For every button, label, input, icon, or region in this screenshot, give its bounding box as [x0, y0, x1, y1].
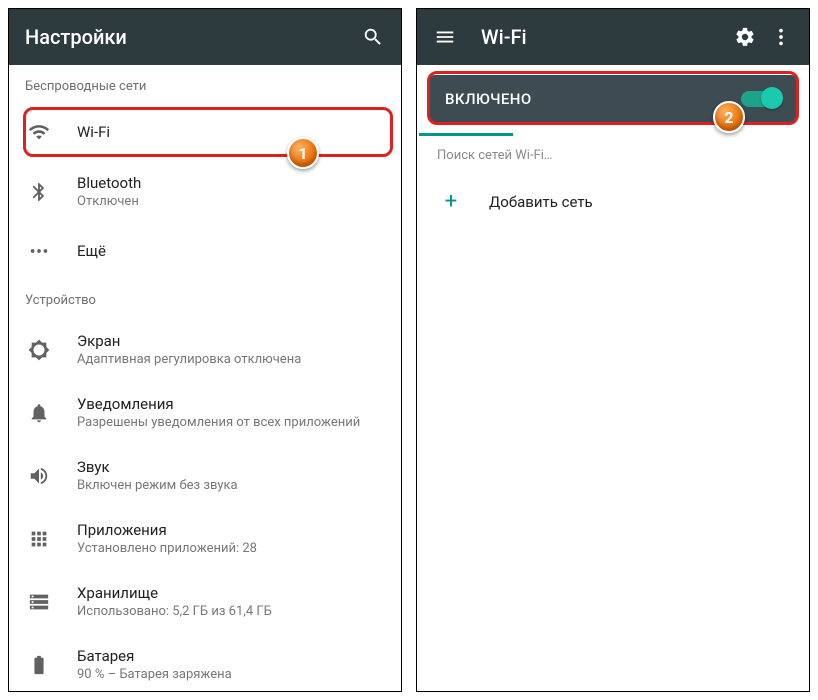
section-wireless: Беспроводные сети — [9, 65, 401, 104]
item-storage[interactable]: Хранилище Использовано: 5,2 ГБ из 61,4 Г… — [9, 570, 401, 633]
item-sublabel: Включен режим без звука — [77, 478, 238, 493]
item-apps[interactable]: Приложения Установлено приложений: 28 — [9, 507, 401, 570]
item-sublabel: Отключен — [77, 194, 141, 209]
battery-icon — [25, 651, 53, 679]
settings-list: Wi-Fi Bluetooth Отключен Ещё Устройство … — [9, 104, 401, 692]
item-sublabel: Установлено приложений: 28 — [77, 541, 257, 556]
item-label: Приложения — [77, 521, 257, 539]
item-label: Батарея — [77, 647, 232, 665]
step-marker-2: 2 — [713, 101, 745, 133]
item-more[interactable]: Ещё — [9, 223, 401, 279]
item-label: Уведомления — [77, 395, 360, 413]
volume-icon — [25, 462, 53, 490]
item-label: Ещё — [77, 242, 106, 260]
item-label: Хранилище — [77, 584, 272, 602]
apps-icon — [25, 525, 53, 553]
toggle-label: ВКЛЮЧЕНО — [445, 90, 741, 108]
page-title: Настройки — [25, 25, 349, 49]
plus-icon: + — [437, 189, 465, 214]
item-wifi[interactable]: Wi-Fi — [9, 104, 401, 160]
item-sublabel: Разрешены уведомления от всех приложений — [77, 415, 360, 430]
menu-icon[interactable] — [433, 25, 457, 49]
item-sublabel: 90 % – Батарея заряжена — [77, 667, 232, 682]
item-battery[interactable]: Батарея 90 % – Батарея заряжена — [9, 633, 401, 692]
section-device: Устройство — [9, 279, 401, 318]
item-label: Экран — [77, 332, 301, 350]
storage-icon — [25, 588, 53, 616]
appbar: Wi-Fi — [417, 9, 809, 65]
item-sublabel: Адаптивная регулировка отключена — [77, 352, 301, 367]
search-icon[interactable] — [361, 25, 385, 49]
more-horiz-icon — [25, 237, 53, 265]
item-notifications[interactable]: Уведомления Разрешены уведомления от все… — [9, 381, 401, 444]
brightness-icon — [25, 336, 53, 364]
gear-icon[interactable] — [733, 25, 757, 49]
item-label: Wi-Fi — [77, 123, 110, 141]
bell-icon — [25, 399, 53, 427]
item-display[interactable]: Экран Адаптивная регулировка отключена — [9, 318, 401, 381]
item-bluetooth[interactable]: Bluetooth Отключен — [9, 160, 401, 223]
bluetooth-icon — [25, 178, 53, 206]
add-network-label: Добавить сеть — [489, 193, 593, 211]
page-title: Wi-Fi — [481, 25, 721, 49]
step-marker-1: 1 — [287, 137, 319, 169]
scanning-hint: Поиск сетей Wi-Fi… — [417, 136, 809, 175]
toggle-switch[interactable] — [741, 91, 781, 107]
appbar: Настройки — [9, 9, 401, 65]
settings-screen: Настройки Беспроводные сети Wi-Fi Blueto… — [8, 8, 402, 692]
wifi-screen: Wi-Fi ВКЛЮЧЕНО Поиск сетей Wi-Fi… + Доба… — [416, 8, 810, 692]
item-sublabel: Использовано: 5,2 ГБ из 61,4 ГБ — [77, 604, 272, 619]
wifi-icon — [25, 118, 53, 146]
add-network[interactable]: + Добавить сеть — [417, 175, 809, 228]
item-label: Звук — [77, 458, 238, 476]
item-label: Bluetooth — [77, 174, 141, 192]
more-vert-icon[interactable] — [769, 25, 793, 49]
item-sound[interactable]: Звук Включен режим без звука — [9, 444, 401, 507]
